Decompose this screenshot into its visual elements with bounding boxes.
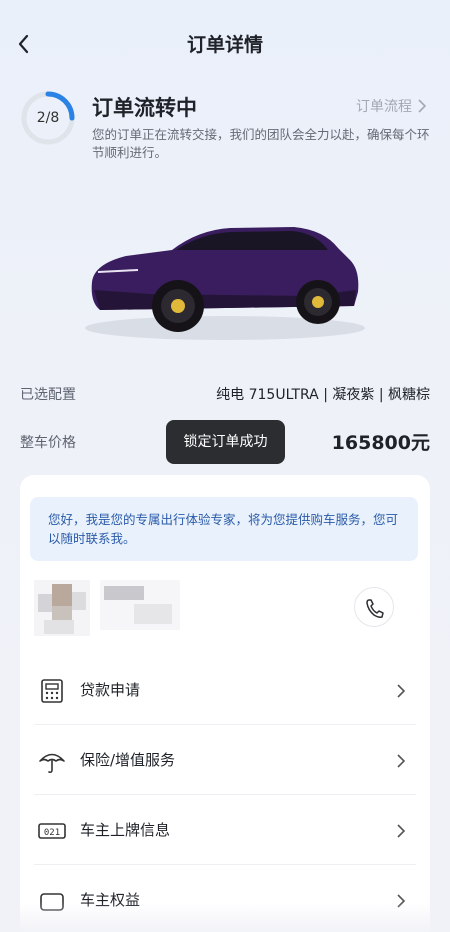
config-value: 纯电 715ULTRA | 凝夜紫 | 枫糖棕 xyxy=(216,387,430,403)
calculator-icon xyxy=(41,679,63,703)
price-value: 165800元 xyxy=(331,432,430,454)
call-button[interactable] xyxy=(354,587,394,627)
status-description: 您的订单正在流转交接，我们的团队会全力以赴，确保每个环节顺利进行。 xyxy=(92,127,430,160)
menu-item-license-plate[interactable]: 021 车主上牌信息 xyxy=(34,795,416,865)
config-row: 已选配置 纯电 715ULTRA | 凝夜紫 | 枫糖棕 xyxy=(20,384,430,406)
advisor-avatar[interactable] xyxy=(34,580,90,636)
chevron-right-icon xyxy=(397,824,406,838)
service-card: 您好，我是您的专属出行体验专家，将为您提供购车服务，您可以随时联系我。 贷款申请 xyxy=(20,475,430,932)
status-title: 订单流转中 xyxy=(92,96,197,120)
menu-item-insurance[interactable]: 保险/增值服务 xyxy=(34,725,416,795)
car-image xyxy=(85,227,365,340)
advisor-name xyxy=(100,580,180,630)
page-title: 订单详情 xyxy=(186,34,263,56)
umbrella-icon xyxy=(39,753,65,774)
license-plate-icon: 021 xyxy=(38,823,66,839)
order-status: 2/8 订单流转中 订单流程 您的订单正在流转交接，我们的团队会全力以赴，确保每… xyxy=(0,90,450,170)
svg-text:021: 021 xyxy=(44,828,60,838)
progress-text: 2/8 xyxy=(36,110,60,126)
chevron-right-icon xyxy=(397,684,406,698)
advisor-message: 您好，我是您的专属出行体验专家，将为您提供购车服务，您可以随时联系我。 xyxy=(30,497,418,561)
phone-icon xyxy=(366,599,384,618)
order-flow-label: 订单流程 xyxy=(356,99,412,115)
price-label: 整车价格 xyxy=(20,435,76,451)
chevron-right-icon xyxy=(397,754,406,768)
menu-item-label: 车主上牌信息 xyxy=(80,821,171,839)
menu-item-label: 保险/增值服务 xyxy=(80,751,176,769)
success-toast: 锁定订单成功 xyxy=(166,420,285,464)
order-flow-link[interactable]: 订单流程 xyxy=(356,96,426,116)
bottom-fade xyxy=(0,902,450,932)
service-list: 贷款申请 保险/增值服务 021 车主上牌信息 车主权益 xyxy=(20,655,430,932)
config-label: 已选配置 xyxy=(20,387,76,403)
nav-bar: 订单详情 xyxy=(0,0,450,90)
menu-item-loan[interactable]: 贷款申请 xyxy=(34,655,416,725)
chevron-right-icon xyxy=(418,99,426,113)
menu-item-label: 贷款申请 xyxy=(80,681,141,699)
